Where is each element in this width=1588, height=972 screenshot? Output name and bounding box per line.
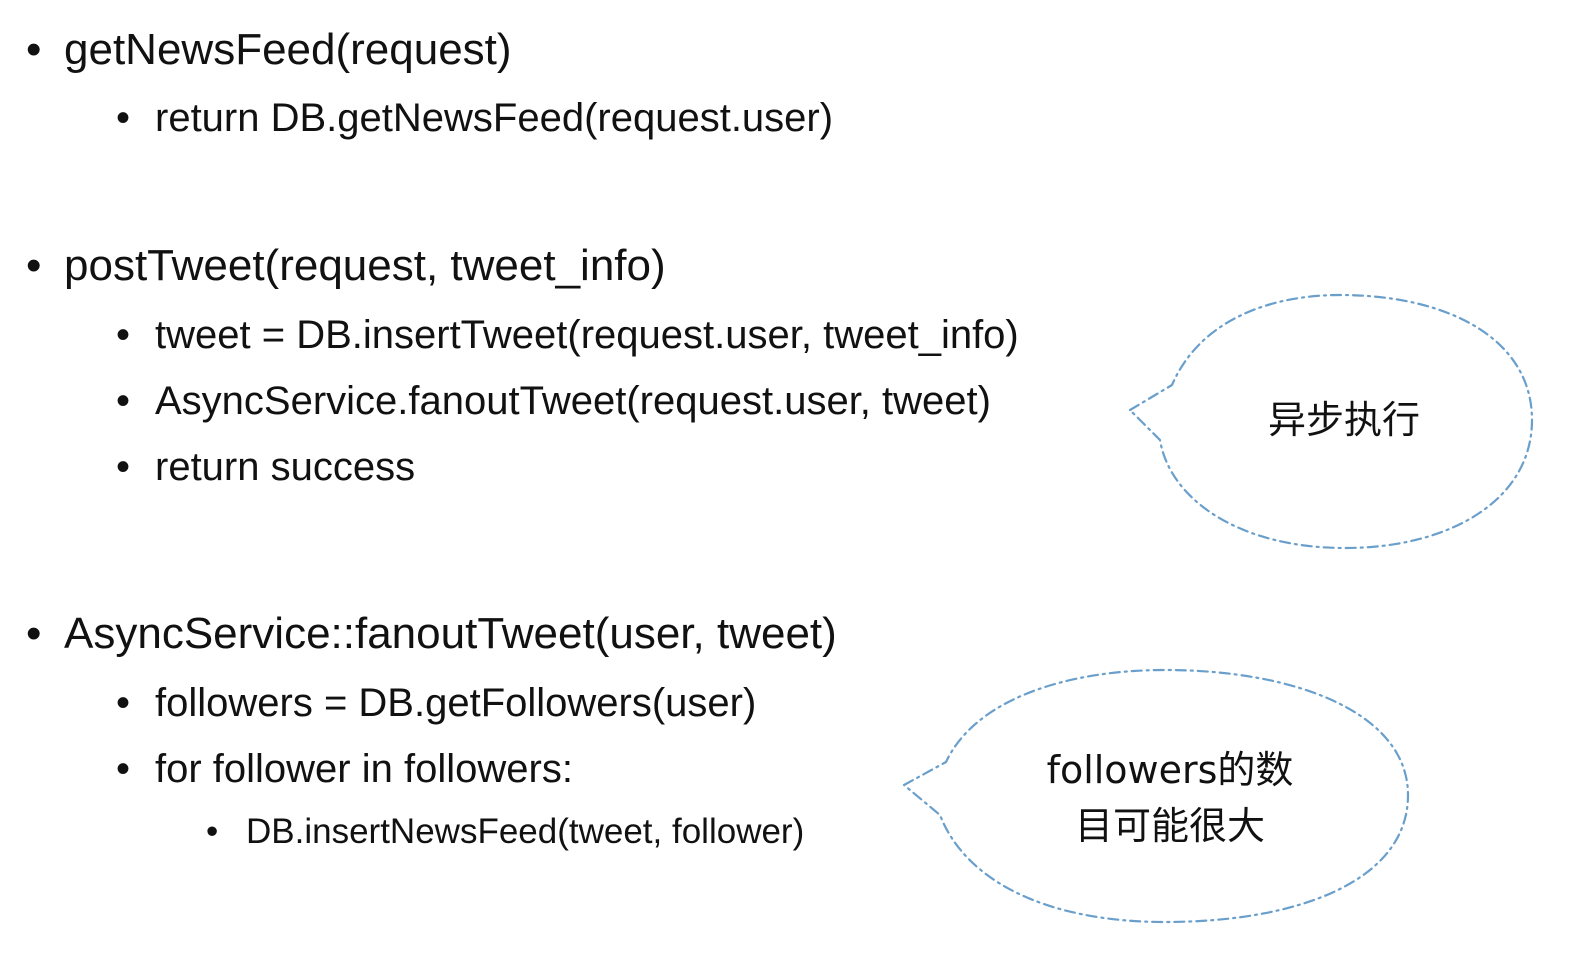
callout-bubbles bbox=[902, 293, 1534, 924]
callout-text-followers-line1: followers的数 bbox=[1046, 748, 1294, 792]
callout-text-followers-line2: 目可能很大 bbox=[1074, 804, 1265, 848]
callout-text-async: 异步执行 bbox=[1267, 398, 1420, 442]
